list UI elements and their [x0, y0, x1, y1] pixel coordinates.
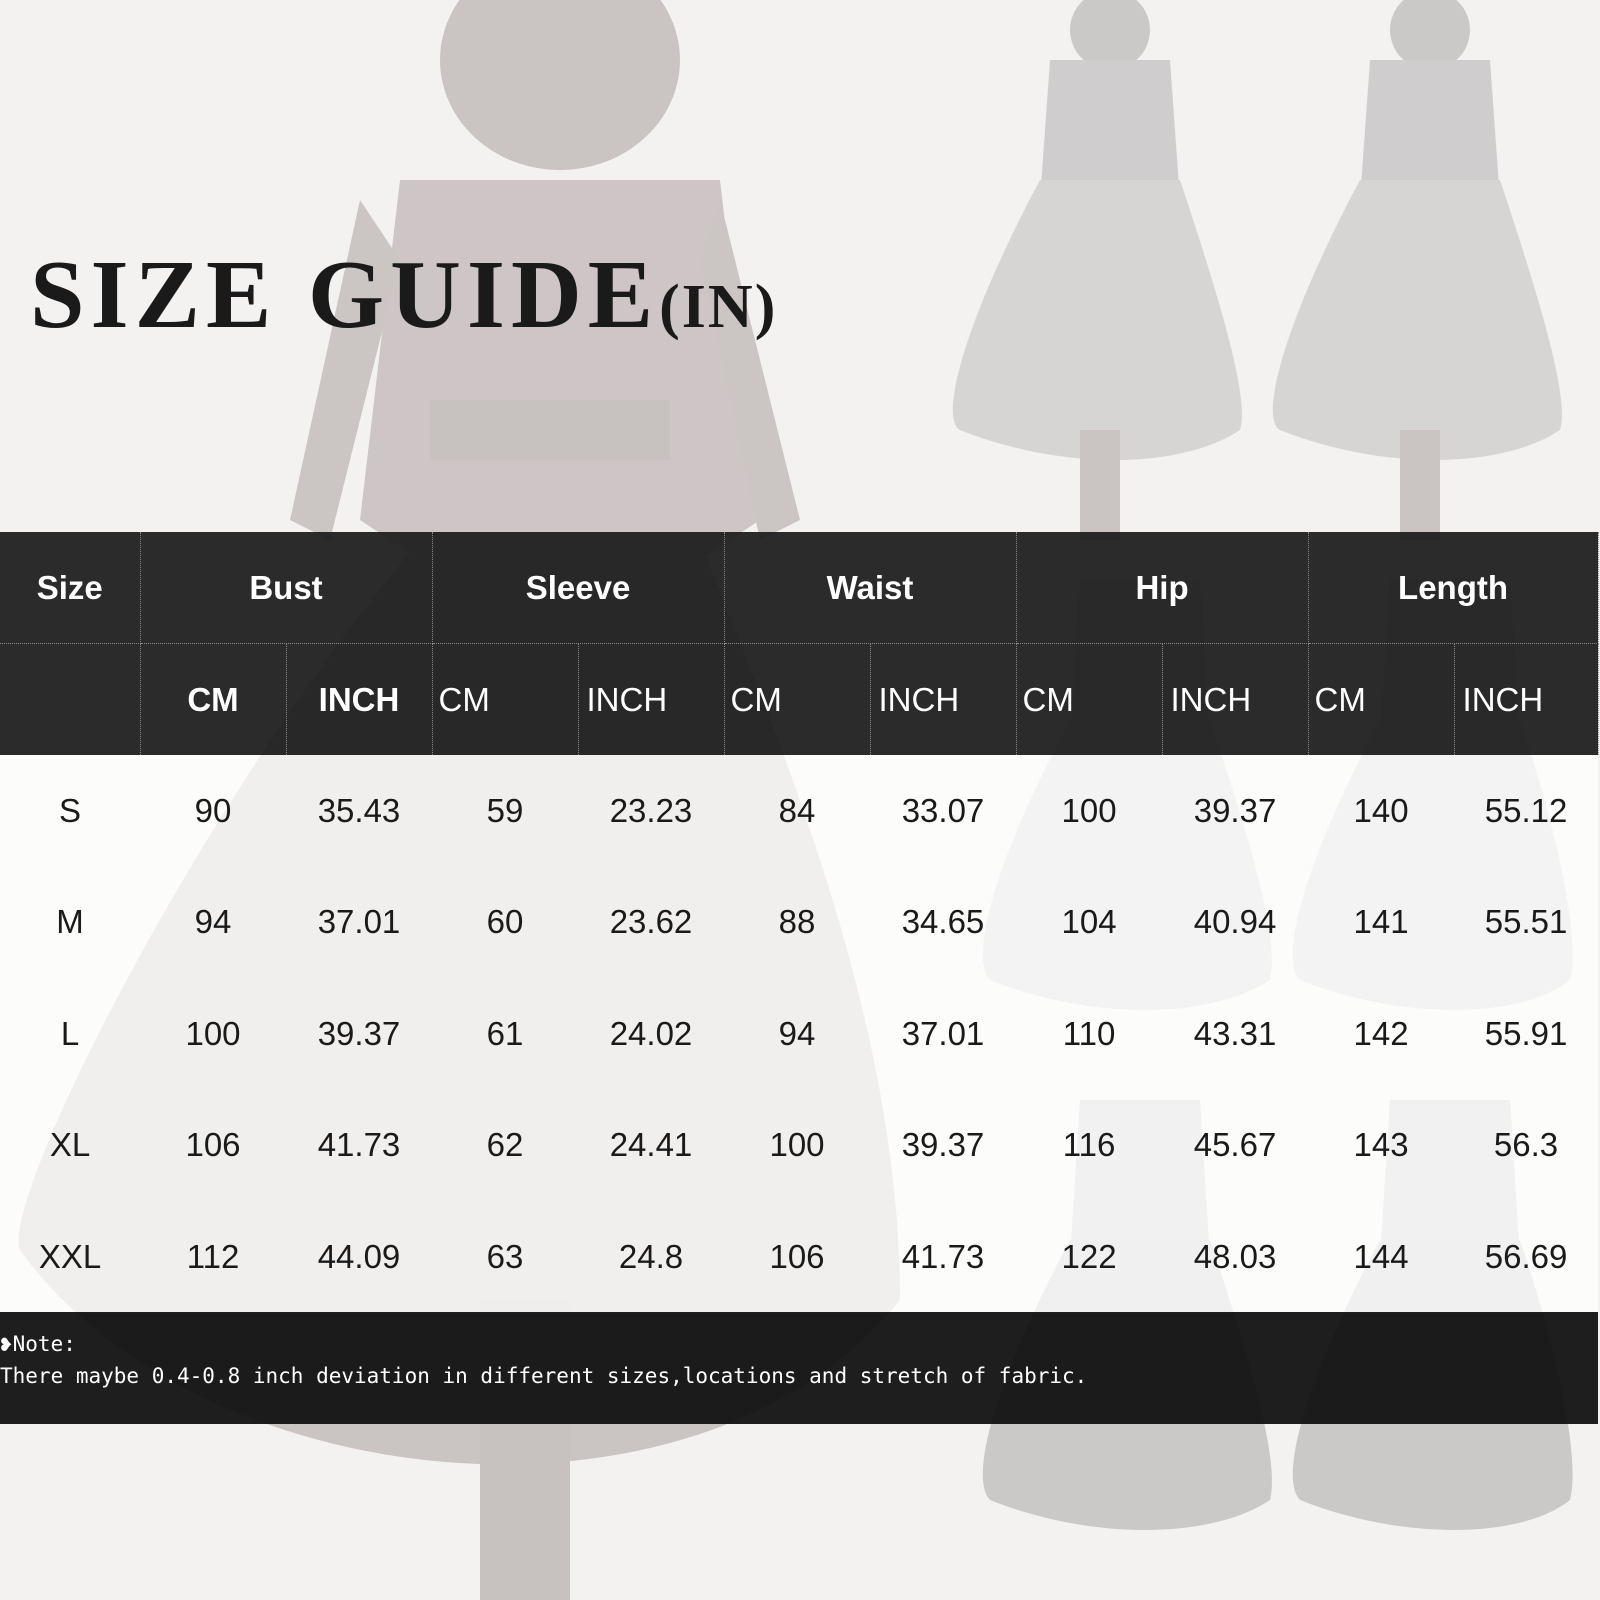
cell-length-inch: 55.12 [1454, 755, 1599, 867]
cell-length-cm: 144 [1308, 1201, 1455, 1313]
cell-waist-cm: 88 [724, 866, 870, 978]
cell-waist-inch: 39.37 [870, 1089, 1017, 1201]
cell-bust-cm: 94 [140, 866, 286, 978]
subheader-hip-cm: CM [1016, 643, 1163, 755]
page-title: SIZE GUIDE(IN) [30, 246, 777, 344]
table-row: M 94 37.01 60 23.62 88 34.65 104 40.94 1… [0, 866, 1599, 978]
cell-hip-inch: 39.37 [1162, 755, 1309, 867]
cell-length-inch: 56.3 [1454, 1089, 1599, 1201]
cell-waist-inch: 33.07 [870, 755, 1017, 867]
note-box: ❥Note: There maybe 0.4-0.8 inch deviatio… [0, 1312, 1598, 1424]
cell-length-inch: 56.69 [1454, 1201, 1599, 1313]
cell-bust-inch: 39.37 [286, 978, 432, 1090]
subheader-waist-inch: INCH [870, 643, 1017, 755]
size-chart-table: Size Bust Sleeve Waist Hip Length CM INC… [0, 532, 1599, 1313]
cell-size: XXL [0, 1201, 140, 1313]
cell-hip-inch: 40.94 [1162, 866, 1309, 978]
header-size-empty [0, 643, 141, 755]
cell-waist-inch: 37.01 [870, 978, 1017, 1090]
cell-size: L [0, 978, 140, 1090]
header-bust: Bust [140, 532, 433, 644]
subheader-sleeve-cm: CM [432, 643, 579, 755]
header-sleeve: Sleeve [432, 532, 725, 644]
background-model-photo-small-2 [1260, 0, 1580, 540]
table-group-header-row: Size Bust Sleeve Waist Hip Length [0, 532, 1599, 644]
title-main: SIZE GUIDE [30, 240, 660, 349]
table-row: S 90 35.43 59 23.23 84 33.07 100 39.37 1… [0, 755, 1599, 867]
subheader-sleeve-inch: INCH [578, 643, 725, 755]
cell-waist-cm: 100 [724, 1089, 870, 1201]
cell-waist-cm: 94 [724, 978, 870, 1090]
cell-sleeve-cm: 60 [432, 866, 578, 978]
cell-sleeve-cm: 63 [432, 1201, 578, 1313]
cell-hip-inch: 45.67 [1162, 1089, 1309, 1201]
size-guide-page: SIZE GUIDE(IN) Size Bust Sleeve Waist Hi… [0, 0, 1600, 1600]
subheader-bust-inch: INCH [286, 643, 433, 755]
cell-sleeve-cm: 62 [432, 1089, 578, 1201]
cell-hip-inch: 48.03 [1162, 1201, 1309, 1313]
header-waist: Waist [724, 532, 1017, 644]
cell-hip-cm: 122 [1016, 1201, 1163, 1313]
cell-waist-cm: 84 [724, 755, 870, 867]
cell-sleeve-inch: 23.62 [578, 866, 724, 978]
cell-bust-inch: 37.01 [286, 866, 432, 978]
title-unit: (IN) [659, 272, 778, 341]
cell-bust-inch: 44.09 [286, 1201, 432, 1313]
table-row: XXL 112 44.09 63 24.8 106 41.73 122 48.0… [0, 1201, 1599, 1313]
cell-bust-cm: 90 [140, 755, 286, 867]
cell-length-cm: 143 [1308, 1089, 1455, 1201]
cell-sleeve-cm: 61 [432, 978, 578, 1090]
cell-bust-inch: 41.73 [286, 1089, 432, 1201]
subheader-length-cm: CM [1308, 643, 1455, 755]
note-label: ❥Note: [0, 1332, 76, 1356]
cell-sleeve-inch: 23.23 [578, 755, 724, 867]
cell-hip-inch: 43.31 [1162, 978, 1309, 1090]
cell-bust-cm: 106 [140, 1089, 286, 1201]
cell-size: S [0, 755, 140, 867]
cell-hip-cm: 110 [1016, 978, 1163, 1090]
cell-waist-cm: 106 [724, 1201, 870, 1313]
table-row: L 100 39.37 61 24.02 94 37.01 110 43.31 … [0, 978, 1599, 1090]
cell-waist-inch: 41.73 [870, 1201, 1017, 1313]
header-hip: Hip [1016, 532, 1309, 644]
cell-size: XL [0, 1089, 140, 1201]
cell-length-inch: 55.91 [1454, 978, 1599, 1090]
cell-sleeve-cm: 59 [432, 755, 578, 867]
subheader-hip-inch: INCH [1162, 643, 1309, 755]
header-length: Length [1308, 532, 1599, 644]
table-row: XL 106 41.73 62 24.41 100 39.37 116 45.6… [0, 1089, 1599, 1201]
cell-hip-cm: 116 [1016, 1089, 1163, 1201]
cell-bust-cm: 100 [140, 978, 286, 1090]
cell-length-cm: 142 [1308, 978, 1455, 1090]
table-unit-header-row: CM INCH CM INCH CM INCH CM INCH CM INCH [0, 643, 1599, 755]
cell-length-inch: 55.51 [1454, 866, 1599, 978]
cell-bust-cm: 112 [140, 1201, 286, 1313]
subheader-length-inch: INCH [1454, 643, 1599, 755]
cell-bust-inch: 35.43 [286, 755, 432, 867]
subheader-bust-cm: CM [140, 643, 287, 755]
subheader-waist-cm: CM [724, 643, 871, 755]
cell-sleeve-inch: 24.02 [578, 978, 724, 1090]
cell-sleeve-inch: 24.41 [578, 1089, 724, 1201]
cell-hip-cm: 100 [1016, 755, 1163, 867]
cell-length-cm: 140 [1308, 755, 1455, 867]
cell-sleeve-inch: 24.8 [578, 1201, 724, 1313]
cell-length-cm: 141 [1308, 866, 1455, 978]
cell-size: M [0, 866, 140, 978]
background-model-photo-small-1 [940, 0, 1260, 540]
note-text: There maybe 0.4-0.8 inch deviation in di… [0, 1364, 1088, 1388]
cell-hip-cm: 104 [1016, 866, 1163, 978]
cell-waist-inch: 34.65 [870, 866, 1017, 978]
header-size: Size [0, 532, 141, 644]
